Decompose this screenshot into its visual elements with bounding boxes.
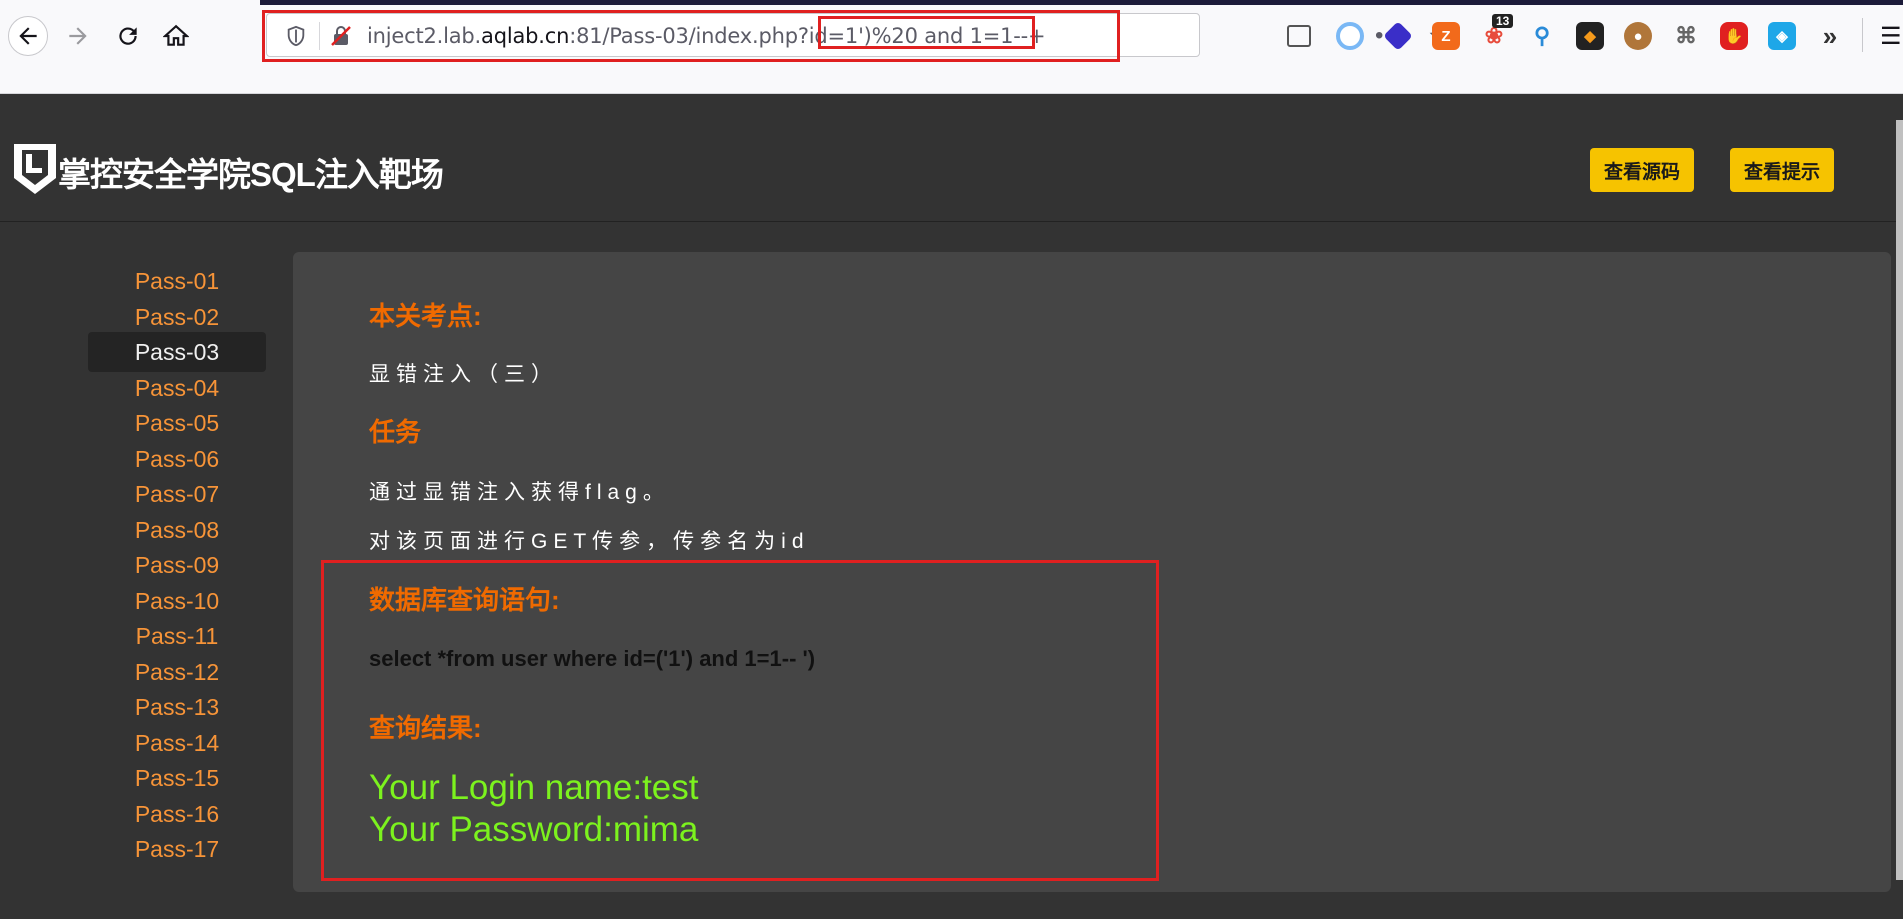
extension-badge: 13 bbox=[1492, 14, 1514, 28]
home-button[interactable] bbox=[156, 16, 196, 56]
view-hint-button[interactable]: 查看提示 bbox=[1730, 148, 1834, 192]
reader-view-icon[interactable] bbox=[1287, 25, 1311, 47]
forward-button[interactable] bbox=[58, 16, 98, 56]
level-sidebar: Pass-01 Pass-02 Pass-03 Pass-04 Pass-05 … bbox=[0, 222, 290, 919]
focus-text: 显错注入（三） bbox=[369, 363, 558, 386]
home-icon bbox=[163, 24, 189, 46]
reload-icon bbox=[119, 27, 137, 45]
sidebar-item-pass-12[interactable]: Pass-12 bbox=[88, 652, 266, 692]
sidebar-item-pass-04[interactable]: Pass-04 bbox=[88, 368, 266, 408]
hackbar-extension-icon[interactable]: Z bbox=[1432, 22, 1460, 50]
sidebar-item-pass-15[interactable]: Pass-15 bbox=[88, 758, 266, 798]
view-source-button[interactable]: 查看源码 bbox=[1590, 148, 1694, 192]
site-header: 掌控安全学院SQL注入靶场 查看源码 查看提示 bbox=[0, 94, 1903, 222]
back-arrow-icon bbox=[19, 27, 37, 45]
focus-heading: 本关考点: bbox=[369, 301, 482, 331]
sidebar-item-pass-17[interactable]: Pass-17 bbox=[88, 829, 266, 869]
result-highlight-box bbox=[321, 560, 1159, 881]
sidebar-item-pass-03[interactable]: Pass-03 bbox=[88, 332, 266, 372]
diamond-extension-icon[interactable]: ◈ bbox=[1768, 22, 1796, 50]
param-highlight-box bbox=[818, 16, 1035, 49]
browser-toolbar: inject2.lab.aqlab.cn:81/Pass-03/index.ph… bbox=[0, 0, 1903, 94]
toolbar-separator bbox=[1862, 18, 1863, 52]
sidebar-item-pass-13[interactable]: Pass-13 bbox=[88, 687, 266, 727]
sidebar-item-pass-06[interactable]: Pass-06 bbox=[88, 439, 266, 479]
sidebar-item-pass-01[interactable]: Pass-01 bbox=[88, 261, 266, 301]
circle-extension-icon[interactable] bbox=[1336, 22, 1364, 50]
overflow-chevron-icon[interactable]: » bbox=[1816, 21, 1844, 51]
task-line-2: 对该页面进行GET传参，传参名为id bbox=[369, 530, 810, 553]
sidebar-item-pass-11[interactable]: Pass-11 bbox=[88, 616, 266, 656]
shield-logo-icon bbox=[14, 144, 56, 194]
sidebar-item-pass-16[interactable]: Pass-16 bbox=[88, 794, 266, 834]
sidebar-item-pass-10[interactable]: Pass-10 bbox=[88, 581, 266, 621]
task-line-1: 通过显错注入获得flag。 bbox=[369, 481, 670, 504]
box-extension-icon[interactable]: ◆ bbox=[1576, 22, 1604, 50]
ublock-extension-icon[interactable]: ✋ bbox=[1720, 22, 1748, 50]
pin-extension-icon[interactable]: ⚲ bbox=[1528, 22, 1556, 50]
command-extension-icon[interactable]: ⌘ bbox=[1672, 22, 1700, 50]
sidebar-item-pass-09[interactable]: Pass-09 bbox=[88, 545, 266, 585]
hamburger-menu-icon[interactable]: ☰ bbox=[1880, 22, 1902, 51]
site-title[interactable]: 掌控安全学院SQL注入靶场 bbox=[58, 148, 444, 196]
sidebar-item-pass-02[interactable]: Pass-02 bbox=[88, 297, 266, 337]
back-button[interactable] bbox=[8, 16, 48, 56]
cookie-extension-icon[interactable]: ● bbox=[1624, 22, 1652, 50]
tab-strip-edge bbox=[260, 0, 1903, 5]
reload-button[interactable] bbox=[108, 16, 148, 56]
sidebar-item-pass-05[interactable]: Pass-05 bbox=[88, 403, 266, 443]
page-scrollbar[interactable] bbox=[1896, 120, 1903, 880]
forward-arrow-icon bbox=[69, 27, 87, 45]
sidebar-item-pass-07[interactable]: Pass-07 bbox=[88, 474, 266, 514]
task-heading: 任务 bbox=[369, 417, 422, 447]
sidebar-item-pass-14[interactable]: Pass-14 bbox=[88, 723, 266, 763]
sidebar-item-pass-08[interactable]: Pass-08 bbox=[88, 510, 266, 550]
